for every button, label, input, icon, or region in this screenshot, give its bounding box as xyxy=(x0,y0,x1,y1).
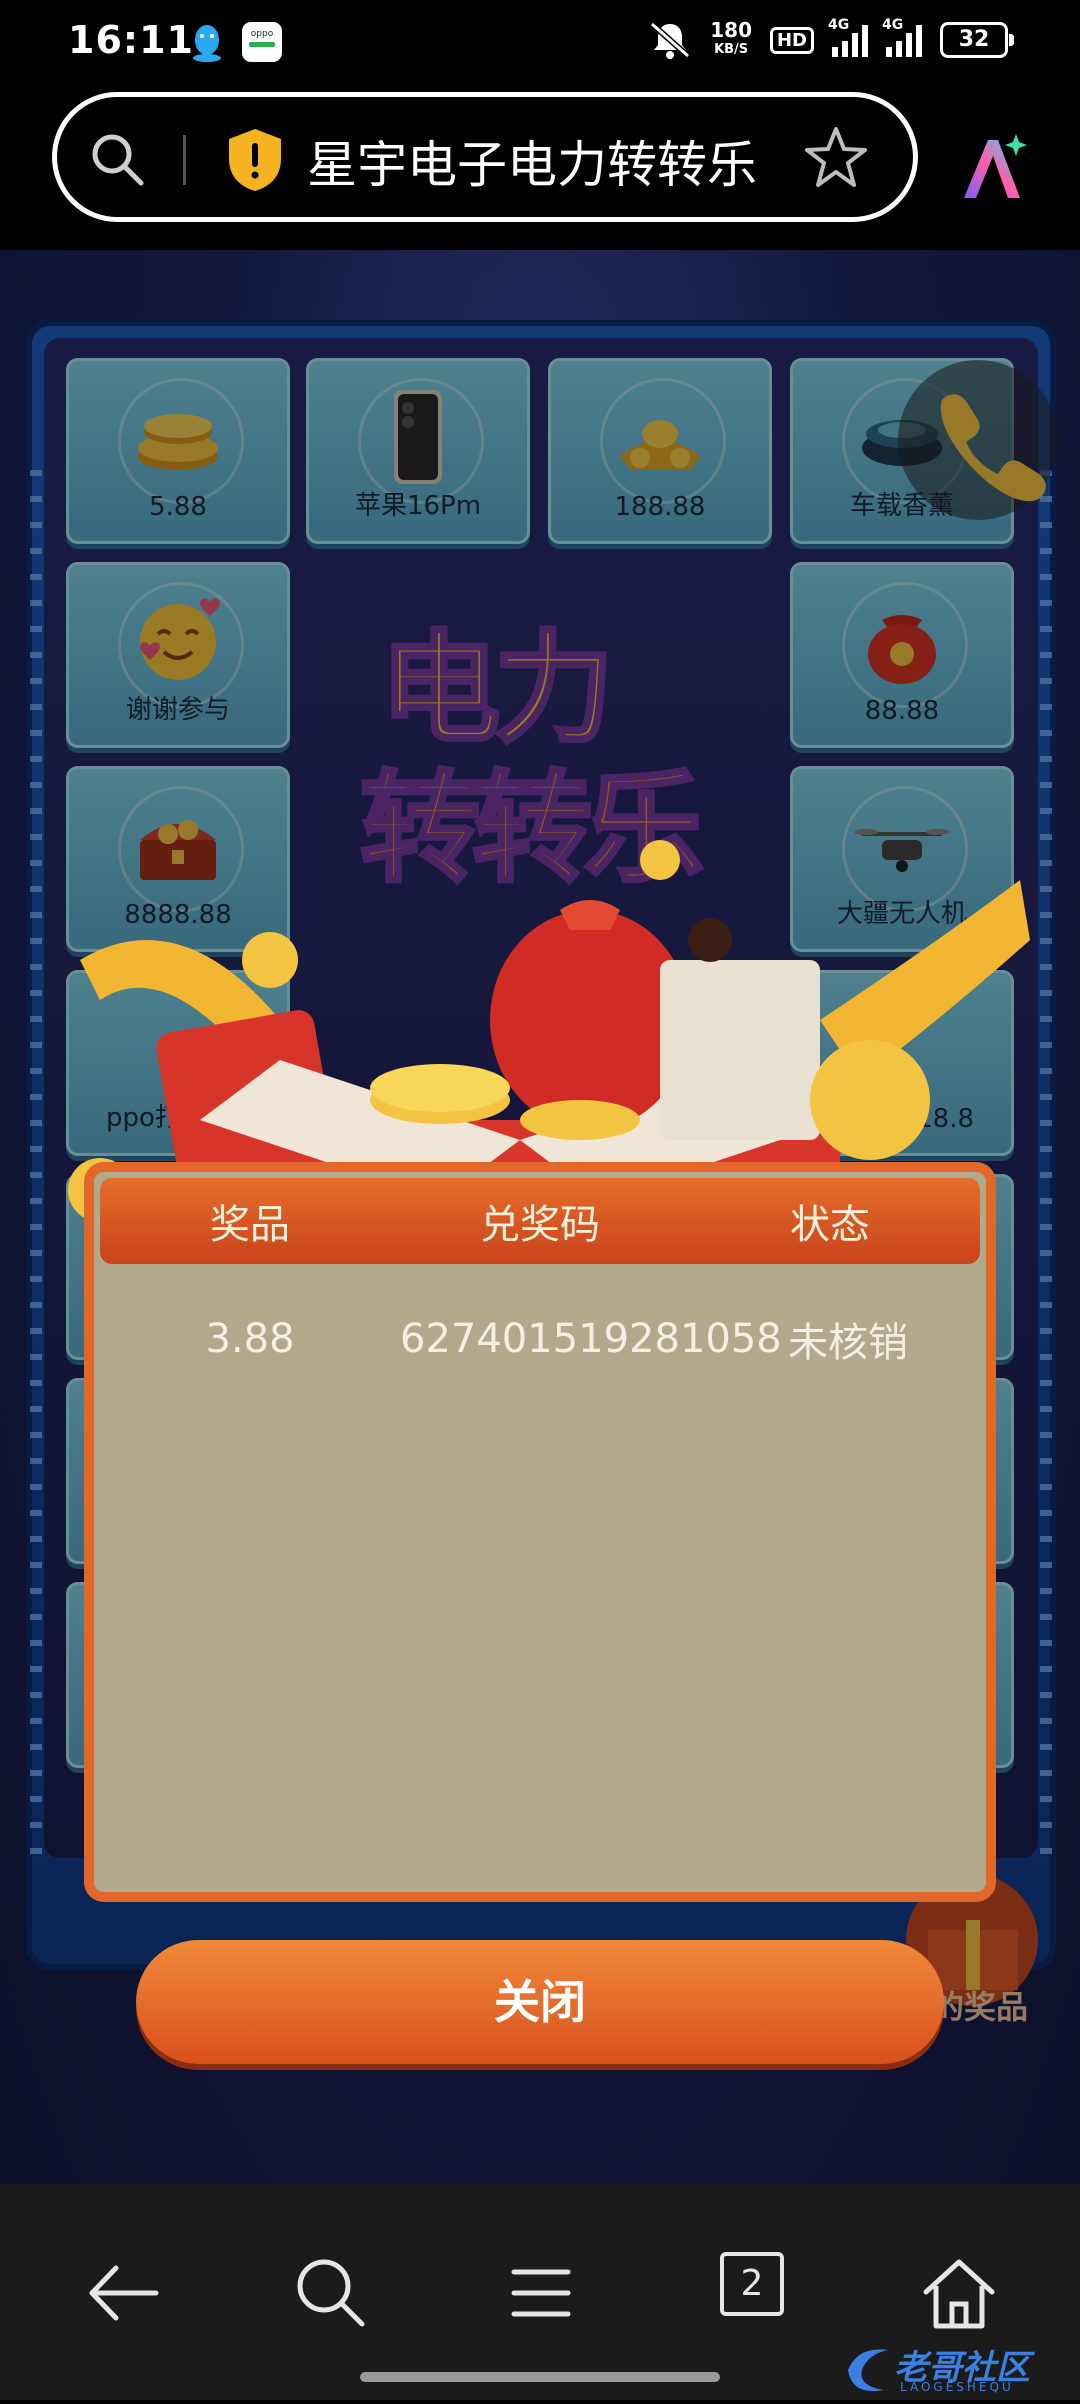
status-indicators: 180 KB/S HD 4G 4G 32 xyxy=(648,17,1014,60)
lottery-page: 5.88 苹果16Pm 188.88 车载香薰 谢谢参与 88.88 8888.… xyxy=(0,250,1080,2184)
search-icon[interactable] xyxy=(286,2248,376,2338)
gesture-bar[interactable] xyxy=(360,2372,720,2382)
mute-bell-icon xyxy=(650,21,691,59)
status-bar: 16:11 oppo 180 KB/S HD 4G 4G 32 xyxy=(0,0,1080,86)
header-prize: 奖品 xyxy=(210,1202,290,1248)
search-icon[interactable] xyxy=(87,129,147,189)
prize-table-header: 奖品 兑奖码 状态 xyxy=(100,1178,980,1264)
close-button[interactable]: 关闭 xyxy=(136,1940,944,2064)
security-shield-icon[interactable] xyxy=(225,127,285,193)
row-status: 未核销 xyxy=(788,1320,908,1366)
table-row: 3.88 627401519281058 未核销 xyxy=(100,1310,980,1368)
watermark-logo: 老哥社区 LAOGESHEQU xyxy=(838,2340,1068,2400)
signal-icon-2: 4G xyxy=(882,17,922,57)
prize-record-dialog: 奖品 兑奖码 状态 3.88 627401519281058 未核销 xyxy=(84,1162,996,1902)
hd-badge: HD xyxy=(769,26,814,54)
battery-indicator: 32 xyxy=(940,22,1014,58)
oppo-app-icon: oppo xyxy=(242,22,282,62)
header-status: 状态 xyxy=(790,1202,870,1248)
divider xyxy=(183,135,186,185)
oppo-label: oppo xyxy=(250,29,274,39)
row-prize: 3.88 xyxy=(205,1316,295,1362)
row-code: 627401519281058 xyxy=(400,1316,782,1362)
network-speed: 180 KB/S xyxy=(710,18,752,57)
menu-icon[interactable] xyxy=(496,2248,586,2338)
header-code: 兑奖码 xyxy=(480,1202,600,1248)
status-time: 16:11 xyxy=(68,18,194,62)
watermark-swoosh-icon xyxy=(848,2349,888,2392)
home-icon[interactable] xyxy=(914,2248,1004,2338)
page-title[interactable]: 星宇电子电力转转乐 xyxy=(307,125,757,197)
back-arrow-icon[interactable] xyxy=(78,2248,168,2338)
signal-icon: 4G xyxy=(828,17,868,57)
browser-toolbar: 星宇电子电力转转乐 xyxy=(0,86,1080,250)
watermark-sub: LAOGESHEQU xyxy=(900,2380,1014,2394)
tabs-button[interactable]: 2 xyxy=(720,2252,784,2316)
bookmark-star-icon[interactable] xyxy=(803,125,869,191)
qq-icon xyxy=(193,25,221,62)
ai-assistant-icon[interactable] xyxy=(954,130,1030,206)
address-bar[interactable]: 星宇电子电力转转乐 xyxy=(52,92,918,222)
